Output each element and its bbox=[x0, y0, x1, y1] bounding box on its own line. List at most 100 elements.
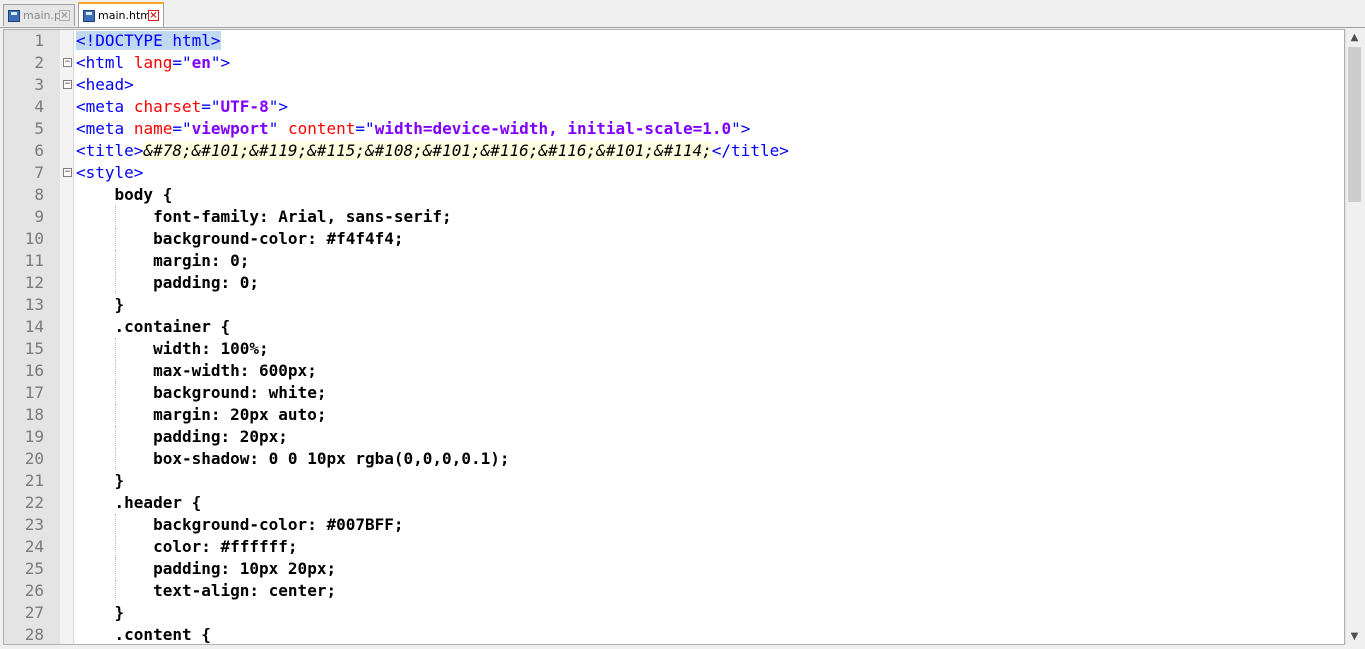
code-line[interactable]: 13 } bbox=[4, 294, 1344, 316]
code-line[interactable]: 11 margin: 0; bbox=[4, 250, 1344, 272]
line-number: 8 bbox=[34, 185, 44, 204]
line-number: 13 bbox=[24, 295, 44, 314]
code-line[interactable]: 21 } bbox=[4, 470, 1344, 492]
tab-label: main.html bbox=[98, 9, 148, 22]
code-text: <meta charset="UTF-8"> bbox=[76, 97, 288, 116]
code-line[interactable]: 10 background-color: #f4f4f4; bbox=[4, 228, 1344, 250]
line-number: 27 bbox=[24, 603, 44, 622]
code-line[interactable]: 26 text-align: center; bbox=[4, 580, 1344, 602]
line-number: 15 bbox=[24, 339, 44, 358]
code-text: max-width: 600px; bbox=[76, 361, 317, 380]
code-line[interactable]: 25 padding: 10px 20px; bbox=[4, 558, 1344, 580]
line-number: 24 bbox=[24, 537, 44, 556]
tab-label: main.py bbox=[23, 9, 59, 22]
line-number: 16 bbox=[24, 361, 44, 380]
line-number: 26 bbox=[24, 581, 44, 600]
line-number: 21 bbox=[24, 471, 44, 490]
scroll-up-arrow-icon[interactable]: ▲ bbox=[1346, 29, 1363, 46]
line-number: 5 bbox=[34, 119, 44, 138]
code-editor[interactable]: 1 <!DOCTYPE html> 2− <html lang="en"> 3− <hea… bbox=[3, 29, 1345, 645]
code-text: } bbox=[76, 471, 125, 490]
line-number: 20 bbox=[24, 449, 44, 468]
line-number: 3 bbox=[34, 75, 44, 94]
code-text: <meta name="viewport" content="width=dev… bbox=[76, 119, 751, 138]
line-number: 7 bbox=[34, 163, 44, 182]
code-line[interactable]: 2 − <html lang="en"> bbox=[4, 52, 1344, 74]
line-number: 17 bbox=[24, 383, 44, 402]
tab-bar: main.py × main.html × bbox=[0, 0, 1365, 28]
fold-toggle-icon[interactable]: − bbox=[63, 168, 72, 177]
code-line[interactable]: 9 font-family: Arial, sans-serif; bbox=[4, 206, 1344, 228]
code-line[interactable]: 16 max-width: 600px; bbox=[4, 360, 1344, 382]
code-line[interactable]: 17 background: white; bbox=[4, 382, 1344, 404]
close-icon[interactable]: × bbox=[148, 10, 159, 21]
line-number: 12 bbox=[24, 273, 44, 292]
code-line[interactable]: 1 <!DOCTYPE html> bbox=[4, 30, 1344, 52]
code-line[interactable]: 14 .container { bbox=[4, 316, 1344, 338]
scroll-down-arrow-icon[interactable]: ▼ bbox=[1346, 628, 1363, 645]
close-icon[interactable]: × bbox=[59, 10, 70, 21]
code-text: padding: 20px; bbox=[76, 427, 288, 446]
line-number: 4 bbox=[34, 97, 44, 116]
line-number: 9 bbox=[34, 207, 44, 226]
code-text: color: #ffffff; bbox=[76, 537, 298, 556]
code-line[interactable]: 8 body { bbox=[4, 184, 1344, 206]
code-text: font-family: Arial, sans-serif; bbox=[76, 207, 452, 226]
code-text: box-shadow: 0 0 10px rgba(0,0,0,0.1); bbox=[76, 449, 510, 468]
code-line[interactable]: 7 − <style> bbox=[4, 162, 1344, 184]
fold-toggle-icon[interactable]: − bbox=[63, 58, 72, 67]
vertical-scrollbar[interactable]: ▲ ▼ bbox=[1345, 29, 1362, 645]
line-number: 6 bbox=[34, 141, 44, 160]
code-line[interactable]: 19 padding: 20px; bbox=[4, 426, 1344, 448]
code-text: text-align: center; bbox=[76, 581, 337, 600]
save-icon bbox=[8, 9, 20, 22]
code-text: .header { bbox=[76, 493, 202, 512]
code-line[interactable]: 22 .header { bbox=[4, 492, 1344, 514]
code-text: padding: 10px 20px; bbox=[76, 559, 337, 578]
code-line[interactable]: 23 background-color: #007BFF; bbox=[4, 514, 1344, 536]
code-text: <style> bbox=[76, 163, 144, 182]
code-text: background-color: #f4f4f4; bbox=[76, 229, 404, 248]
line-number: 23 bbox=[24, 515, 44, 534]
line-number: 22 bbox=[24, 493, 44, 512]
code-text: background: white; bbox=[76, 383, 327, 402]
save-icon bbox=[83, 9, 95, 22]
code-line[interactable]: 15 width: 100%; bbox=[4, 338, 1344, 360]
code-text: <head> bbox=[76, 75, 134, 94]
line-number: 19 bbox=[24, 427, 44, 446]
line-number: 11 bbox=[24, 251, 44, 270]
line-number: 14 bbox=[24, 317, 44, 336]
line-number: 25 bbox=[24, 559, 44, 578]
code-line[interactable]: 24 color: #ffffff; bbox=[4, 536, 1344, 558]
line-number: 1 bbox=[34, 31, 44, 50]
code-line[interactable]: 3 − <head> bbox=[4, 74, 1344, 96]
code-line[interactable]: 5 <meta name="viewport" content="width=de… bbox=[4, 118, 1344, 140]
code-line[interactable]: 12 padding: 0; bbox=[4, 272, 1344, 294]
code-text: <html lang="en"> bbox=[76, 53, 231, 72]
code-line[interactable]: 27 } bbox=[4, 602, 1344, 624]
code-text: body { bbox=[76, 185, 173, 204]
code-line[interactable]: 6 <title>&#78;&#101;&#119;&#115;&#108;&#1… bbox=[4, 140, 1344, 162]
code-line[interactable]: 4 <meta charset="UTF-8"> bbox=[4, 96, 1344, 118]
code-line[interactable]: 20 box-shadow: 0 0 10px rgba(0,0,0,0.1); bbox=[4, 448, 1344, 470]
code-text: .content { bbox=[76, 625, 211, 644]
tab-main-py[interactable]: main.py × bbox=[3, 4, 75, 26]
code-line[interactable]: 18 margin: 20px auto; bbox=[4, 404, 1344, 426]
line-number: 10 bbox=[24, 229, 44, 248]
code-text: <!DOCTYPE html> bbox=[76, 31, 221, 50]
code-text: } bbox=[76, 295, 125, 314]
line-number: 28 bbox=[24, 625, 44, 644]
code-text: background-color: #007BFF; bbox=[76, 515, 404, 534]
tab-main-html[interactable]: main.html × bbox=[78, 2, 164, 27]
line-number: 18 bbox=[24, 405, 44, 424]
code-text: .container { bbox=[76, 317, 231, 336]
code-text: } bbox=[76, 603, 125, 622]
line-number: 2 bbox=[34, 53, 44, 72]
fold-toggle-icon[interactable]: − bbox=[63, 80, 72, 89]
code-text: margin: 20px auto; bbox=[76, 405, 327, 424]
code-line[interactable]: 28 .content { bbox=[4, 624, 1344, 644]
code-text: <title>&#78;&#101;&#119;&#115;&#108;&#10… bbox=[76, 141, 789, 160]
scroll-thumb[interactable] bbox=[1348, 47, 1361, 202]
code-lines: 1 <!DOCTYPE html> 2− <html lang="en"> 3− <hea… bbox=[4, 30, 1344, 644]
code-text: padding: 0; bbox=[76, 273, 260, 292]
